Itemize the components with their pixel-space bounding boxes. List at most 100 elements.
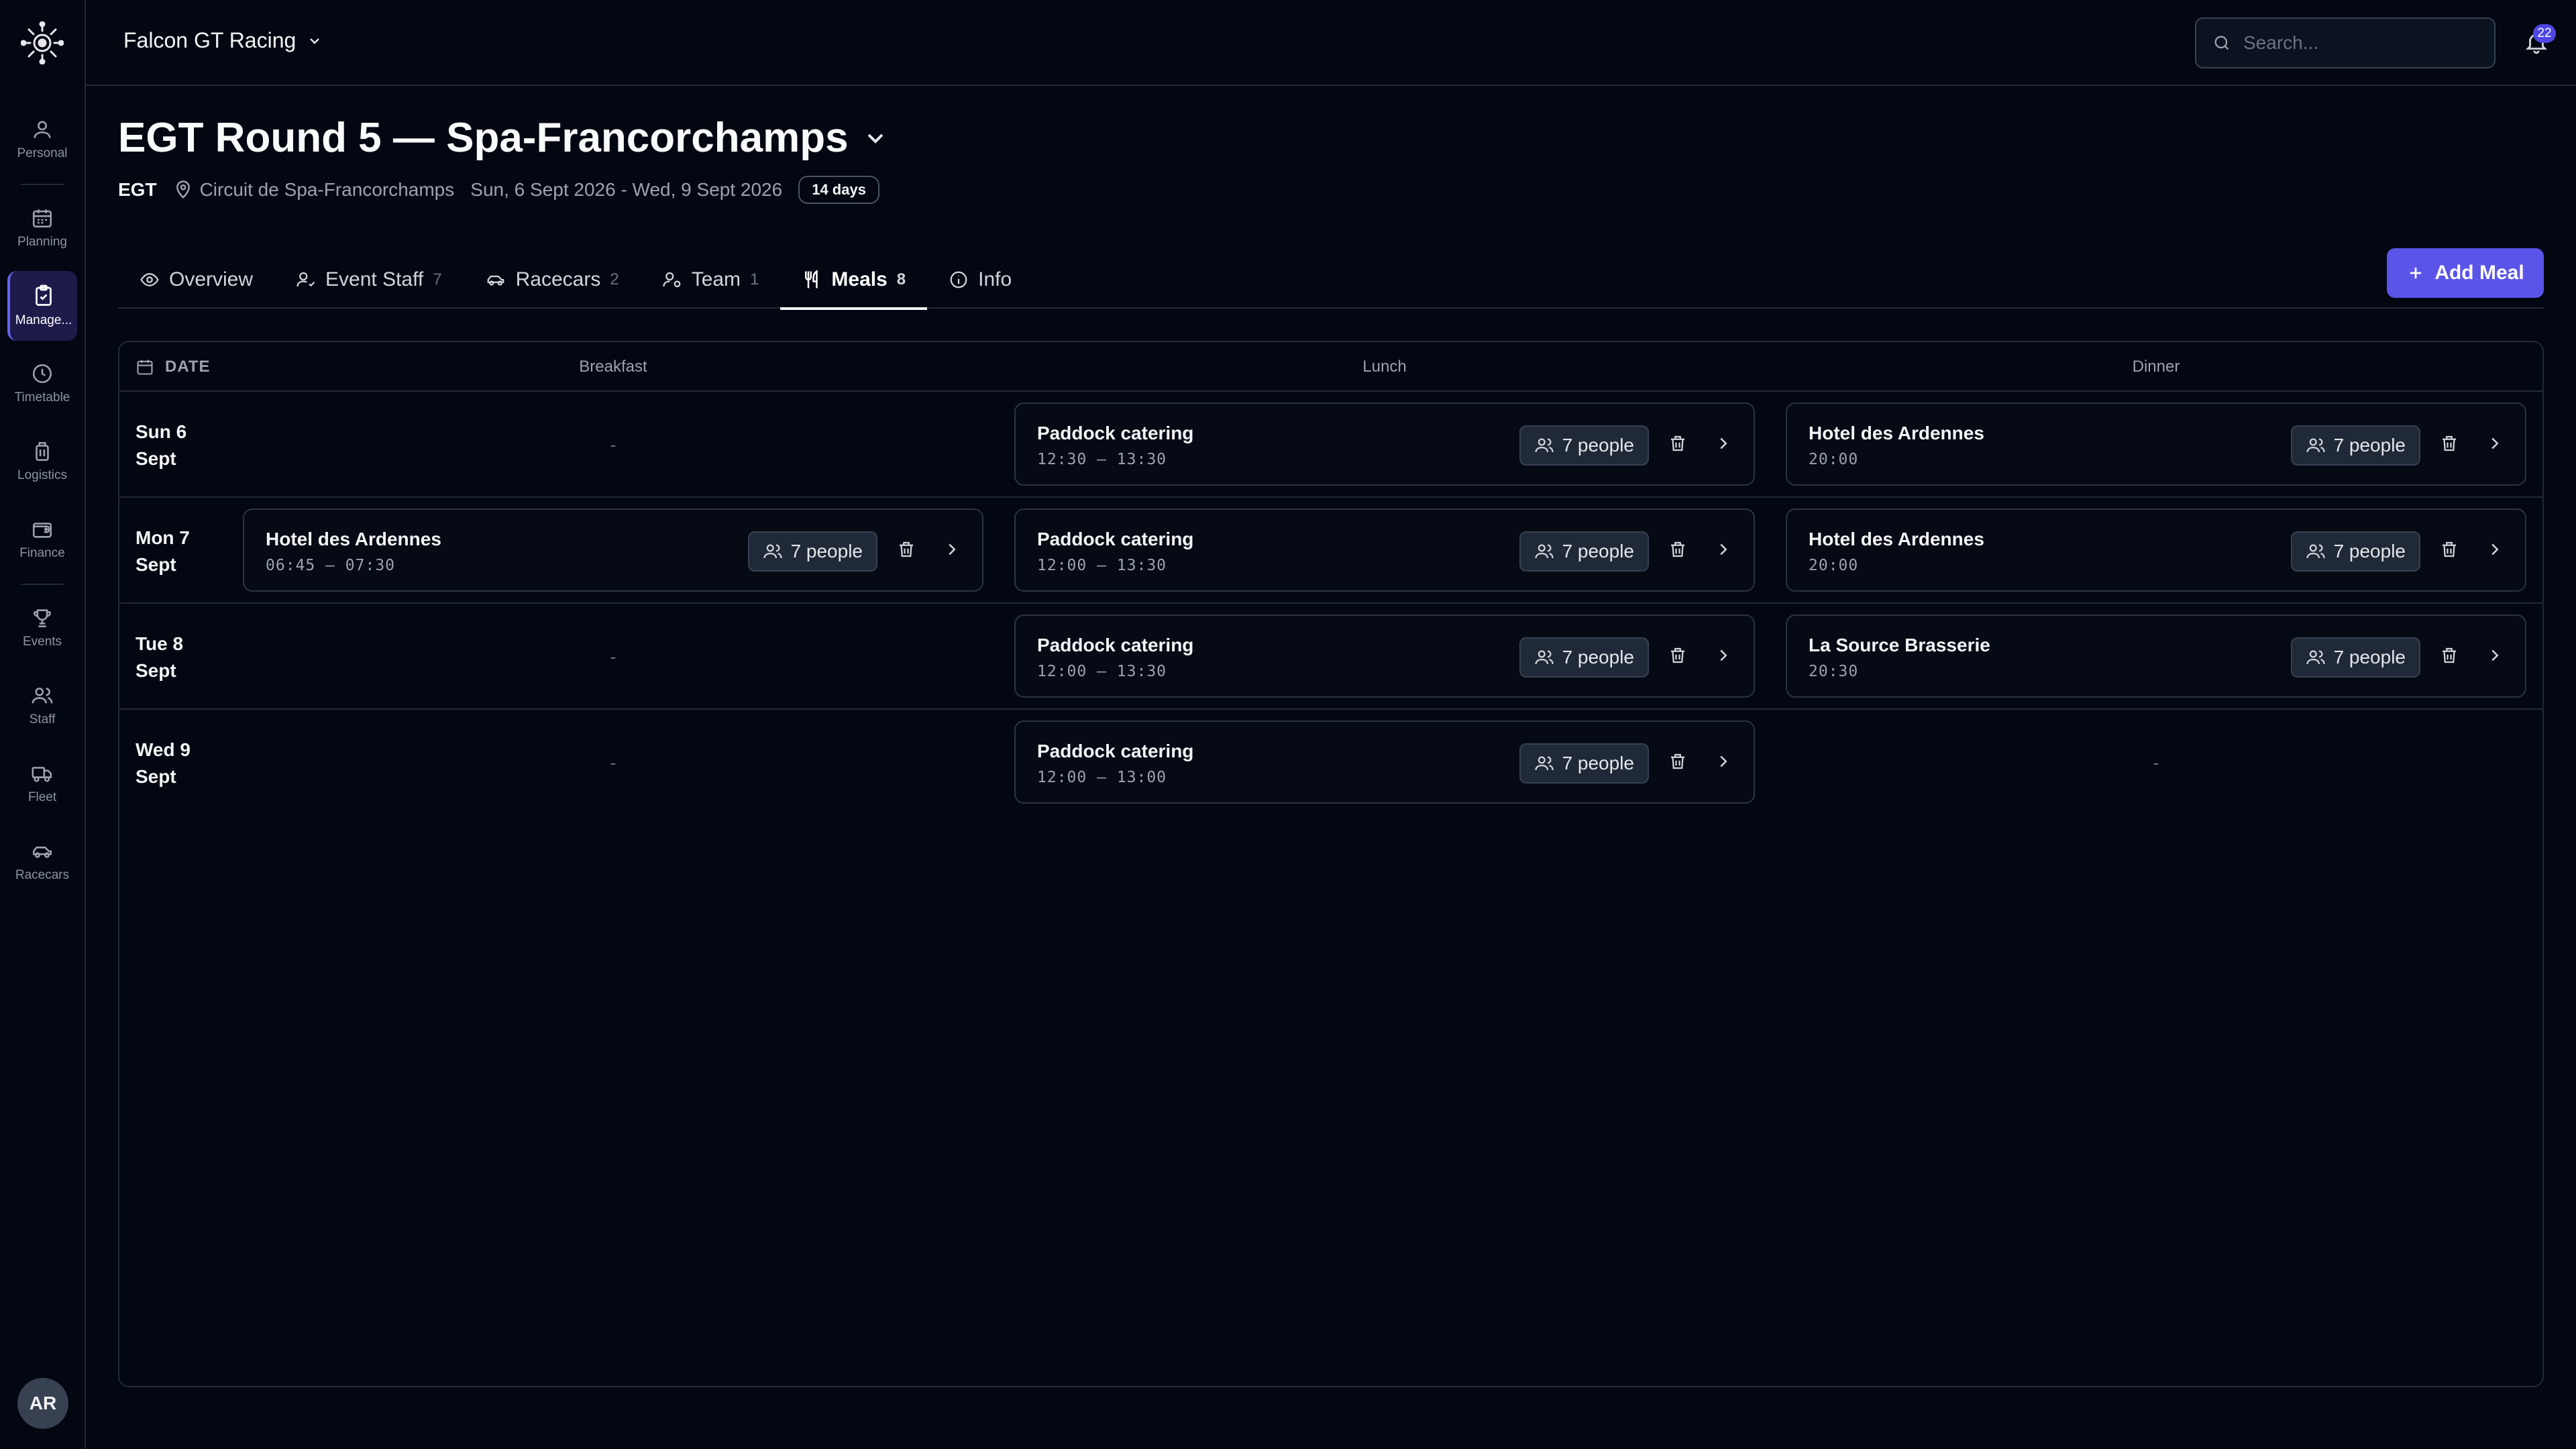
car-icon: [32, 847, 52, 858]
org-switcher[interactable]: Falcon GT Racing: [123, 28, 323, 53]
meal-card-breakfast[interactable]: Hotel des Ardennes 06:45 – 07:30 7 people: [243, 508, 983, 592]
search-box[interactable]: [2195, 17, 2496, 68]
users-icon: [2306, 650, 2325, 665]
open-meal-button[interactable]: [942, 539, 962, 559]
meals-table: DATE Breakfast Lunch Dinner Sun 6 Sept - Pa…: [118, 341, 2544, 1387]
add-meal-label: Add Meal: [2434, 262, 2524, 284]
sidebar-item-label: Finance: [19, 546, 65, 560]
search-input[interactable]: [2242, 32, 2483, 54]
users-icon: [32, 688, 53, 704]
tab-count: 8: [896, 270, 906, 288]
chevron-right-icon: [949, 543, 956, 555]
open-meal-button[interactable]: [1713, 751, 1733, 771]
table-row: Sun 6 Sept - Paddock catering 12:30 – 13:30 7…: [119, 392, 2542, 498]
sidebar-item-personal[interactable]: Personal: [7, 105, 77, 174]
delete-meal-button[interactable]: [1668, 539, 1688, 559]
add-meal-button[interactable]: Add Meal: [2387, 248, 2544, 298]
trash-icon: [2443, 541, 2456, 557]
user-icon: [34, 121, 51, 138]
meal-card-dinner[interactable]: Hotel des Ardennes 20:00 7 people: [1786, 508, 2526, 592]
sidebar-item-timetable[interactable]: Timetable: [7, 349, 77, 419]
meal-time: 12:30 – 13:30: [1037, 451, 1167, 468]
meal-time: 20:30: [1809, 663, 1859, 680]
users-icon: [1534, 438, 1554, 453]
people-count-button[interactable]: 7 people: [1519, 425, 1649, 466]
car-icon: [487, 275, 504, 286]
event-location-label: Circuit de Spa-Francorchamps: [199, 179, 455, 200]
open-meal-button[interactable]: [2485, 433, 2505, 453]
people-count-button[interactable]: 7 people: [2290, 637, 2420, 678]
delete-meal-button[interactable]: [1668, 433, 1688, 453]
sidebar-item-label: Racecars: [15, 868, 70, 882]
table-row: Mon 7 Sept Hotel des Ardennes 06:45 – 07:30…: [119, 498, 2542, 604]
sidebar-item-fleet[interactable]: Fleet: [7, 749, 77, 818]
meal-venue: Hotel des Ardennes: [1809, 529, 1984, 549]
sidebar-item-events[interactable]: Events: [7, 593, 77, 663]
date-day: Mon 7: [136, 527, 190, 548]
sidebar: Personal Planning Manage... Timetable Lo…: [0, 0, 86, 1449]
meal-card-lunch[interactable]: Paddock catering 12:00 – 13:30 7 people: [1014, 614, 1755, 698]
people-count-label: 7 people: [2333, 647, 2406, 667]
sidebar-item-label: Timetable: [14, 390, 70, 405]
users-icon: [1534, 544, 1554, 559]
people-count-button[interactable]: 7 people: [1519, 637, 1649, 678]
delete-meal-button[interactable]: [2439, 433, 2459, 453]
tab-meals[interactable]: Meals 8: [780, 251, 927, 310]
open-meal-button[interactable]: [1713, 433, 1733, 453]
people-count-button[interactable]: 7 people: [2290, 425, 2420, 466]
chevron-down-icon[interactable]: [862, 125, 889, 152]
empty-meal-cell: -: [610, 434, 616, 455]
tab-info[interactable]: Info: [927, 251, 1033, 309]
tab-overview[interactable]: Overview: [118, 251, 274, 309]
table-row: Tue 8 Sept - Paddock catering 12:00 – 13:30 7…: [119, 604, 2542, 710]
users-icon: [1534, 756, 1554, 771]
open-meal-button[interactable]: [1713, 539, 1733, 559]
people-count-button[interactable]: 7 people: [747, 531, 877, 572]
event-title-row: EGT Round 5 — Spa-Francorchamps: [118, 114, 889, 162]
tab-event-staff[interactable]: Event Staff 7: [274, 251, 464, 309]
table-header: DATE Breakfast Lunch Dinner: [119, 342, 2542, 392]
table-body: Sun 6 Sept - Paddock catering 12:30 – 13:30 7…: [119, 392, 2542, 816]
search-icon: [2214, 36, 2229, 50]
tab-count: 2: [610, 270, 619, 288]
meal-time: 12:00 – 13:00: [1037, 769, 1167, 786]
avatar[interactable]: AR: [17, 1378, 68, 1429]
users-icon: [1534, 650, 1554, 665]
tab-team[interactable]: Team 1: [641, 251, 781, 309]
date-cell: Sun 6 Sept: [136, 419, 229, 472]
meal-card-lunch[interactable]: Paddock catering 12:30 – 13:30 7 people: [1014, 402, 1755, 486]
sidebar-item-staff[interactable]: Staff: [7, 671, 77, 741]
open-meal-button[interactable]: [2485, 539, 2505, 559]
open-meal-button[interactable]: [1713, 645, 1733, 665]
meal-card-dinner[interactable]: La Source Brasserie 20:30 7 people: [1786, 614, 2526, 698]
chevron-right-icon: [1720, 755, 1727, 767]
date-month: Sept: [136, 660, 176, 681]
page-title: EGT Round 5 — Spa-Francorchamps: [118, 115, 849, 161]
delete-meal-button[interactable]: [1668, 751, 1688, 771]
people-count-button[interactable]: 7 people: [1519, 531, 1649, 572]
meal-venue: Paddock catering: [1037, 529, 1194, 549]
delete-meal-button[interactable]: [2439, 539, 2459, 559]
tab-racecars[interactable]: Racecars 2: [464, 251, 641, 309]
sidebar-item-logistics[interactable]: Logistics: [7, 427, 77, 496]
delete-meal-button[interactable]: [2439, 645, 2459, 665]
open-meal-button[interactable]: [2485, 645, 2505, 665]
meal-card-dinner[interactable]: Hotel des Ardennes 20:00 7 people: [1786, 402, 2526, 486]
table-row: Wed 9 Sept - Paddock catering 12:00 – 13:00 7…: [119, 710, 2542, 816]
notifications-button[interactable]: 22: [2524, 24, 2556, 55]
tab-label: Racecars: [515, 268, 601, 290]
sidebar-item-label: Personal: [17, 146, 68, 160]
app-logo-icon[interactable]: [0, 0, 85, 86]
sidebar-item-racecars[interactable]: Racecars: [7, 826, 77, 896]
delete-meal-button[interactable]: [896, 539, 916, 559]
tab-label: Info: [978, 268, 1012, 290]
sidebar-item-manage[interactable]: Manage...: [7, 271, 77, 341]
meal-card-lunch[interactable]: Paddock catering 12:00 – 13:00 7 people: [1014, 720, 1755, 804]
people-count-button[interactable]: 7 people: [2290, 531, 2420, 572]
users-icon: [763, 544, 782, 559]
people-count-button[interactable]: 7 people: [1519, 743, 1649, 784]
meal-card-lunch[interactable]: Paddock catering 12:00 – 13:30 7 people: [1014, 508, 1755, 592]
sidebar-item-finance[interactable]: Finance: [7, 504, 77, 574]
sidebar-item-planning[interactable]: Planning: [7, 193, 77, 263]
delete-meal-button[interactable]: [1668, 645, 1688, 665]
